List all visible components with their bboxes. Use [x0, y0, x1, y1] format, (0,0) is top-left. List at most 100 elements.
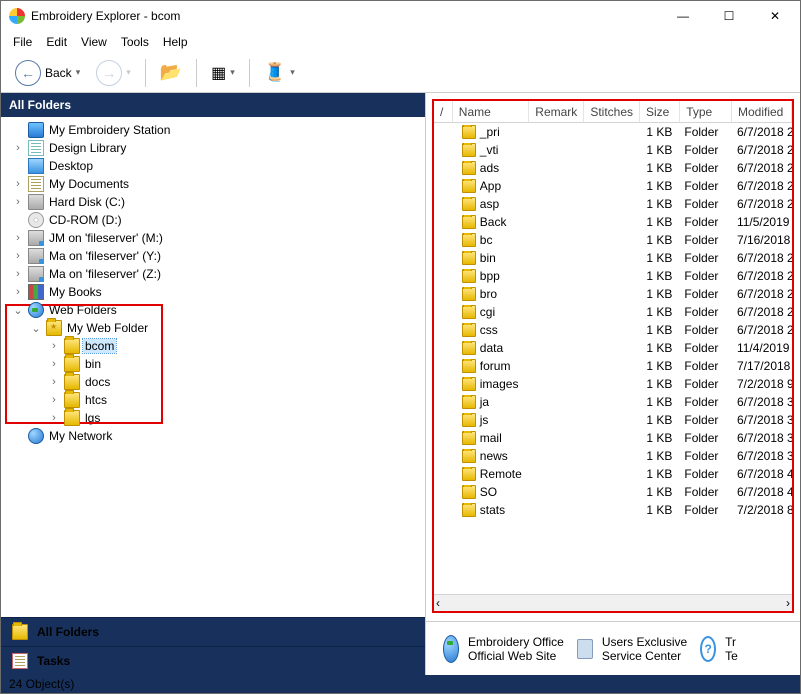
menu-tools[interactable]: Tools: [115, 33, 155, 51]
expand-icon[interactable]: ›: [47, 412, 61, 424]
tree-item[interactable]: ›My Documents: [3, 175, 423, 193]
table-row[interactable]: js1 KBFolder6/7/2018 3: [434, 411, 792, 429]
accordion-all-folders[interactable]: All Folders: [1, 617, 425, 646]
expand-icon[interactable]: ⌄: [29, 322, 43, 335]
table-row[interactable]: ads1 KBFolder6/7/2018 2: [434, 159, 792, 177]
tree-item[interactable]: ›bin: [3, 355, 423, 373]
menu-help[interactable]: Help: [157, 33, 194, 51]
right-panel: /NameRemarkStitchesSizeTypeModified _pri…: [426, 93, 800, 675]
table-row[interactable]: App1 KBFolder6/7/2018 2: [434, 177, 792, 195]
table-row[interactable]: Remote1 KBFolder6/7/2018 4: [434, 465, 792, 483]
column-stitch[interactable]: Stitches: [584, 101, 640, 122]
table-row[interactable]: bro1 KBFolder6/7/2018 2: [434, 285, 792, 303]
table-row[interactable]: css1 KBFolder6/7/2018 2: [434, 321, 792, 339]
view-mode-button[interactable]: ▦ ▾: [205, 59, 241, 87]
expand-icon[interactable]: ›: [47, 376, 61, 388]
table-row[interactable]: bin1 KBFolder6/7/2018 2: [434, 249, 792, 267]
expand-icon[interactable]: ›: [47, 394, 61, 406]
cell: 6/7/2018 3: [731, 413, 792, 427]
expand-icon[interactable]: ›: [11, 196, 25, 208]
tree-item[interactable]: My Network: [3, 427, 423, 445]
link-line2: Te: [725, 649, 738, 663]
cell: 6/7/2018 4: [731, 467, 792, 481]
tree-label: My Web Folder: [65, 321, 150, 335]
tree-item[interactable]: ⌄ Web Folders: [3, 301, 423, 319]
tree-item[interactable]: ⌄ My Web Folder: [3, 319, 423, 337]
tree-item[interactable]: ›lgs: [3, 409, 423, 427]
expand-icon[interactable]: ⌄: [11, 304, 25, 317]
cell: 7/16/2018: [731, 233, 792, 247]
table-row[interactable]: cgi1 KBFolder6/7/2018 2: [434, 303, 792, 321]
menu-file[interactable]: File: [7, 33, 38, 51]
file-rows[interactable]: _pri1 KBFolder6/7/2018 2_vti1 KBFolder6/…: [434, 123, 792, 594]
cell: bc: [453, 233, 531, 248]
menu-edit[interactable]: Edit: [40, 33, 73, 51]
scroll-left-icon[interactable]: ‹: [436, 596, 440, 610]
close-button[interactable]: ✕: [752, 1, 798, 31]
table-row[interactable]: stats1 KBFolder7/2/2018 8: [434, 501, 792, 519]
tree-item[interactable]: ›Ma on 'fileserver' (Z:): [3, 265, 423, 283]
column-type[interactable]: Type: [680, 101, 732, 122]
folder-icon: [462, 485, 476, 499]
column-headers[interactable]: /NameRemarkStitchesSizeTypeModified: [434, 101, 792, 123]
tree-item[interactable]: ›Ma on 'fileserver' (Y:): [3, 247, 423, 265]
table-row[interactable]: data1 KBFolder11/4/2019: [434, 339, 792, 357]
table-row[interactable]: Back1 KBFolder11/5/2019: [434, 213, 792, 231]
cd-icon: [28, 212, 44, 228]
tree-label: Web Folders: [47, 303, 119, 317]
table-row[interactable]: mail1 KBFolder6/7/2018 3: [434, 429, 792, 447]
table-row[interactable]: ja1 KBFolder6/7/2018 3: [434, 393, 792, 411]
table-row[interactable]: images1 KBFolder7/2/2018 9: [434, 375, 792, 393]
footer-link[interactable]: Embroidery OfficeOfficial Web Site: [440, 635, 564, 663]
file-list[interactable]: /NameRemarkStitchesSizeTypeModified _pri…: [434, 101, 792, 611]
expand-icon[interactable]: ›: [11, 178, 25, 190]
minimize-button[interactable]: —: [660, 1, 706, 31]
maximize-button[interactable]: ☐: [706, 1, 752, 31]
tree-item[interactable]: ›Hard Disk (C:): [3, 193, 423, 211]
footer-link[interactable]: Users ExclusiveService Center: [574, 635, 687, 663]
expand-icon[interactable]: ›: [11, 232, 25, 244]
tree-item[interactable]: ›htcs: [3, 391, 423, 409]
machine-button[interactable]: 🧵 ▾: [258, 58, 301, 87]
accordion-tasks[interactable]: Tasks: [1, 646, 425, 675]
tree-item[interactable]: ›JM on 'fileserver' (M:): [3, 229, 423, 247]
table-row[interactable]: news1 KBFolder6/7/2018 3: [434, 447, 792, 465]
column-mod[interactable]: Modified: [732, 101, 792, 122]
expand-icon[interactable]: ›: [11, 286, 25, 298]
tree-item[interactable]: ›docs: [3, 373, 423, 391]
expand-icon[interactable]: ›: [11, 250, 25, 262]
tree-item[interactable]: ›Design Library: [3, 139, 423, 157]
tree-item[interactable]: Desktop: [3, 157, 423, 175]
up-button[interactable]: 📂: [154, 58, 188, 87]
footer-link[interactable]: ?TrTe: [697, 635, 738, 663]
horizontal-scrollbar[interactable]: ‹›: [434, 594, 792, 611]
tree-item[interactable]: ›bcom: [3, 337, 423, 355]
table-row[interactable]: _pri1 KBFolder6/7/2018 2: [434, 123, 792, 141]
expand-icon[interactable]: ›: [47, 358, 61, 370]
forward-button[interactable]: → ▾: [90, 56, 137, 90]
table-row[interactable]: bc1 KBFolder7/16/2018: [434, 231, 792, 249]
menu-view[interactable]: View: [75, 33, 113, 51]
folder-tree[interactable]: My Embroidery Station›Design LibraryDesk…: [1, 117, 425, 617]
column-name[interactable]: Name: [453, 101, 530, 122]
cell: 1 KB: [638, 413, 679, 427]
tree-item[interactable]: ›My Books: [3, 283, 423, 301]
table-row[interactable]: _vti1 KBFolder6/7/2018 2: [434, 141, 792, 159]
table-row[interactable]: bpp1 KBFolder6/7/2018 2: [434, 267, 792, 285]
separator: [196, 59, 197, 87]
link-line1: Tr: [725, 635, 738, 649]
back-button[interactable]: ← Back ▾: [9, 56, 86, 90]
column-remark[interactable]: Remark: [529, 101, 584, 122]
tree-item[interactable]: My Embroidery Station: [3, 121, 423, 139]
cell: Folder: [678, 161, 731, 175]
expand-icon[interactable]: ›: [11, 268, 25, 280]
scroll-right-icon[interactable]: ›: [786, 596, 790, 610]
column-size[interactable]: Size: [640, 101, 680, 122]
table-row[interactable]: SO1 KBFolder6/7/2018 4: [434, 483, 792, 501]
table-row[interactable]: forum1 KBFolder7/17/2018: [434, 357, 792, 375]
tree-item[interactable]: CD-ROM (D:): [3, 211, 423, 229]
column-indic[interactable]: /: [434, 101, 453, 122]
expand-icon[interactable]: ›: [11, 142, 25, 154]
table-row[interactable]: asp1 KBFolder6/7/2018 2: [434, 195, 792, 213]
expand-icon[interactable]: ›: [47, 340, 61, 352]
